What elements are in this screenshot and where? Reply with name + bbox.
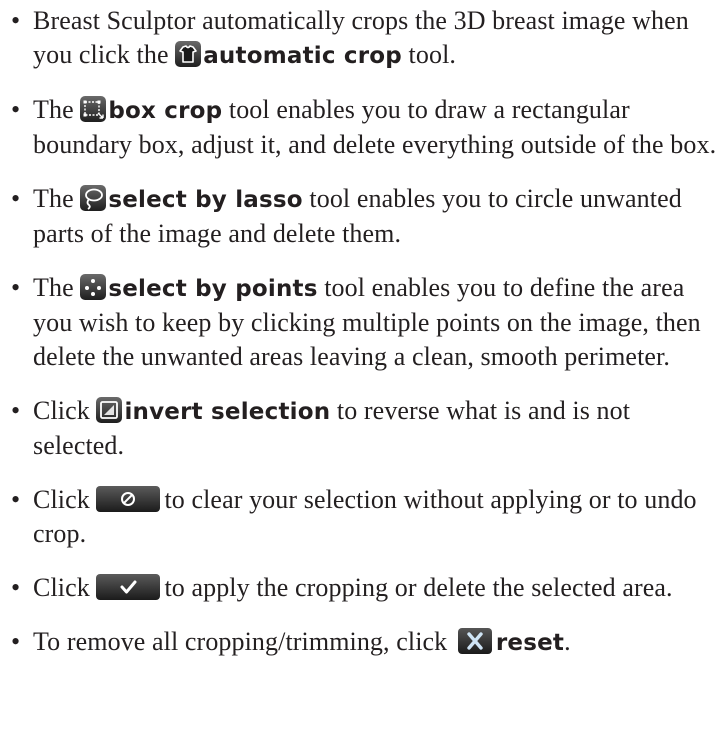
bullet: • [11, 273, 21, 302]
term-automatic-crop: automatic crop [203, 43, 402, 69]
cropping-tools-list: • Breast Sculptor automatically crops th… [8, 4, 722, 660]
list-item-select-by-lasso: • The select by lasso tool enables you t… [11, 184, 682, 248]
bullet: • [11, 95, 21, 124]
box-crop-icon [80, 96, 107, 122]
reset-x-icon [457, 628, 492, 654]
document-page: • Breast Sculptor automatically crops th… [0, 0, 722, 745]
bullet: • [11, 396, 21, 425]
lasso-icon [80, 185, 107, 211]
term-invert-selection: invert selection [124, 399, 331, 425]
list-item-box-crop: • The box crop tool enables you to draw … [11, 95, 717, 159]
list-item-reset: • To remove all cropping/trimming, click… [8, 625, 722, 660]
points-icon [80, 274, 107, 300]
list-item-automatic-crop: • Breast Sculptor automatically crops th… [11, 6, 689, 69]
shirt-icon [175, 41, 202, 67]
term-box-crop: box crop [108, 98, 223, 124]
term-reset: reset [495, 630, 565, 656]
bullet: • [11, 184, 21, 213]
bullet: • [11, 485, 21, 514]
clear-selection-button-icon [96, 486, 161, 512]
bullet: • [11, 6, 21, 35]
list-item-invert-selection: • Click invert selection to reverse what… [11, 396, 631, 460]
invert-selection-icon [96, 397, 123, 423]
bullet: • [11, 627, 21, 656]
list-item-apply: • Click to apply the cropping or delete … [8, 571, 722, 605]
term-select-by-lasso: select by lasso [108, 187, 303, 213]
bullet: • [11, 573, 21, 602]
list-item-clear-selection: • Click to clear your selection without … [11, 485, 697, 548]
apply-checkmark-button-icon [96, 574, 161, 600]
list-item-select-by-points: • The select by points tool enables you … [11, 273, 701, 371]
term-select-by-points: select by points [108, 276, 318, 302]
